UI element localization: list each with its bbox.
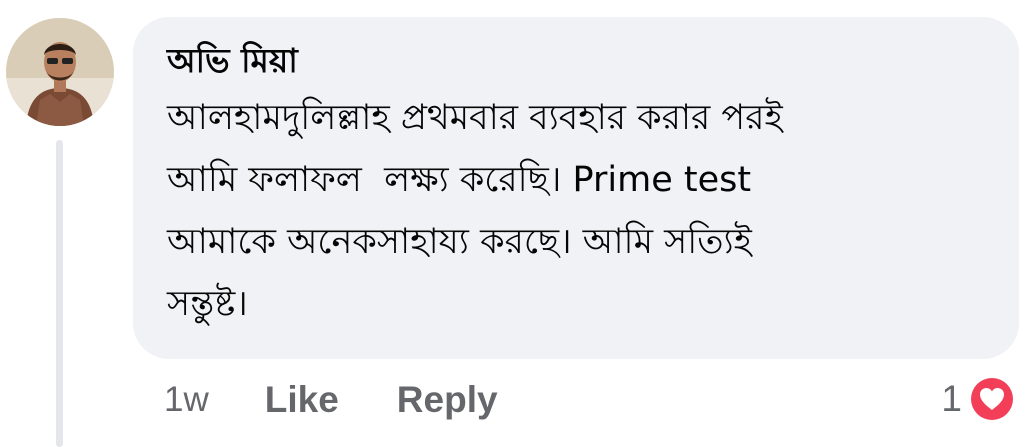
comment-author[interactable]: অভি মিয়া [167, 39, 985, 83]
reaction-count: 1 [941, 378, 962, 419]
avatar[interactable] [6, 18, 114, 126]
reply-button[interactable]: Reply [397, 379, 498, 421]
comment-bubble: অভি মিয়া আলহামদুলিল্লাহ প্রথমবার ব্যবহা… [133, 17, 1019, 359]
thread-line [56, 140, 63, 447]
comment-actions: 1w Like Reply [164, 374, 556, 426]
comment-text: আলহামদুলিল্লাহ প্রথমবার ব্যবহার করার পরই… [167, 98, 783, 324]
comment-root: অভি মিয়া আলহামদুলিল্লাহ প্রথমবার ব্যবহা… [0, 0, 1030, 447]
love-reaction-icon [968, 375, 1016, 423]
like-button[interactable]: Like [265, 379, 339, 421]
avatar-image [6, 18, 114, 126]
reactions-summary[interactable]: 1 [941, 370, 1018, 428]
comment-timestamp[interactable]: 1w [164, 380, 209, 420]
